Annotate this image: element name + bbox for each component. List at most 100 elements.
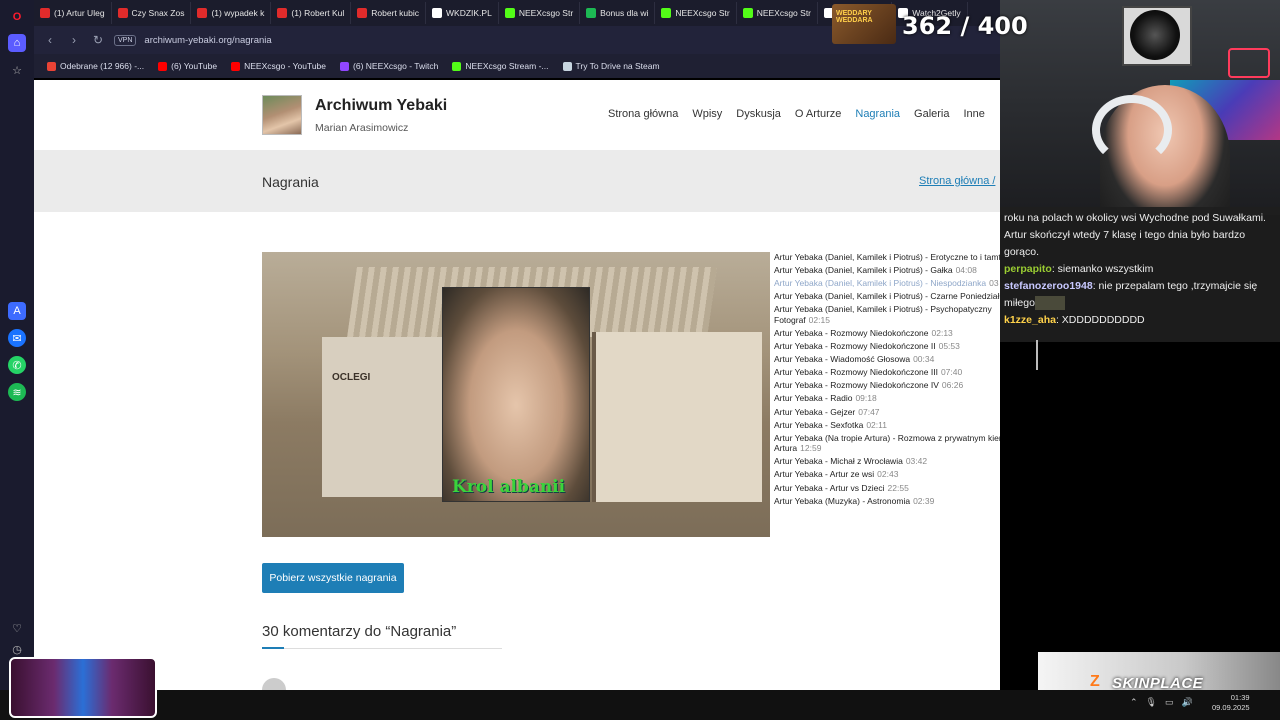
chat-username[interactable]: stefanozeroo1948 bbox=[1004, 280, 1093, 292]
spotify-icon[interactable]: ≋ bbox=[8, 383, 26, 401]
bookmark-item[interactable]: (6) YouTube bbox=[153, 61, 222, 71]
microphone-icon[interactable]: 🎙 bbox=[1146, 697, 1157, 708]
browser-tab[interactable]: (1) wypadek k bbox=[191, 2, 272, 24]
bookmark-label: NEEXcsgo Stream -... bbox=[465, 61, 549, 71]
whatsapp-icon[interactable]: ✆ bbox=[8, 356, 26, 374]
reload-icon[interactable]: ↻ bbox=[90, 33, 106, 47]
bookmark-item[interactable]: NEEXcsgo Stream -... bbox=[447, 61, 553, 71]
taskbar-clock[interactable]: 01:39 09.09.2025 bbox=[1212, 693, 1250, 713]
browser-tab[interactable]: WKDZIK.PL bbox=[426, 2, 499, 24]
clock-time: 01:39 bbox=[1230, 693, 1250, 702]
browser-tab[interactable]: Czy Snax Zos bbox=[112, 2, 192, 24]
playlist-item[interactable]: Artur Yebaka - Radio 09:18 bbox=[774, 393, 1000, 406]
artwork-caption: Krol albanii bbox=[452, 477, 566, 497]
browser-tab[interactable]: Bonus dla wi bbox=[580, 2, 656, 24]
tab-label: (1) Artur Uleg bbox=[54, 8, 105, 18]
menu-item-1[interactable]: Wpisy bbox=[692, 108, 722, 120]
player-artwork[interactable]: OCLEGI Krol albanii bbox=[262, 252, 770, 537]
tab-label: (1) Robert Kul bbox=[291, 8, 345, 18]
playlist-item[interactable]: Artur Yebaka - Artur vs Dzieci 22:55 bbox=[774, 483, 1000, 496]
playlist-item[interactable]: Artur Yebaka - Rozmowy Niedokończone II 0… bbox=[774, 341, 1000, 354]
vpn-badge[interactable]: VPN bbox=[114, 34, 137, 46]
aria-icon[interactable]: A bbox=[8, 302, 26, 320]
chat-scrollbar[interactable] bbox=[1036, 340, 1038, 370]
playlist-item[interactable]: Artur Yebaka (Daniel, Kamilek i Piotruś)… bbox=[774, 304, 1000, 328]
track-title: Artur Yebaka - Wiadomość Głosowa bbox=[774, 354, 911, 365]
site-title[interactable]: Archiwum Yebaki bbox=[315, 97, 447, 115]
bookmark-item[interactable]: (6) NEEXcsgo - Twitch bbox=[335, 61, 443, 71]
messenger-icon[interactable]: ✉ bbox=[8, 329, 26, 347]
bookmark-item[interactable]: Try To Drive na Steam bbox=[558, 61, 665, 71]
bookmark-favicon-icon bbox=[562, 61, 572, 71]
opera-logo-icon[interactable]: O bbox=[8, 8, 26, 26]
playlist-item[interactable]: Artur Yebaka - Rozmowy Niedokończone IV 0… bbox=[774, 380, 1000, 393]
playlist-item[interactable]: Artur Yebaka (Na tropie Artura) - Rozmow… bbox=[774, 433, 1000, 457]
tab-label: Robert kubic bbox=[371, 8, 420, 18]
volume-icon[interactable]: 🔊 bbox=[1182, 697, 1193, 708]
tab-label: NEEXcsgo Str bbox=[518, 8, 574, 18]
track-title: Artur Yebaka - Rozmowy Niedokończone II bbox=[774, 341, 936, 352]
home-icon[interactable]: ⌂ bbox=[8, 34, 26, 52]
forward-icon[interactable]: › bbox=[66, 33, 82, 47]
track-duration: 03:42 bbox=[905, 456, 928, 467]
menu-item-3[interactable]: O Arturze bbox=[795, 108, 841, 120]
vinyl-record-icon bbox=[1130, 10, 1180, 60]
house-right-wall bbox=[592, 332, 762, 502]
playlist-item[interactable]: Artur Yebaka - Sexfotka 02:11 bbox=[774, 420, 1000, 433]
playlist-item[interactable]: Artur Yebaka (Daniel, Kamilek i Piotruś)… bbox=[774, 252, 1000, 265]
network-icon[interactable]: ▭ bbox=[1165, 697, 1174, 708]
playlist-item[interactable]: Artur Yebaka - Wiadomość Głosowa 00:34 bbox=[774, 354, 1000, 367]
browser-tab[interactable]: NEEXcsgo Str bbox=[655, 2, 737, 24]
counter-badge: WEDDARY WEDDARA bbox=[832, 4, 896, 44]
playlist-item[interactable]: Artur Yebaka - Michał z Wrocławia 03:42 bbox=[774, 456, 1000, 469]
track-title: Artur Yebaka (Muzyka) - Astronomia bbox=[774, 495, 911, 506]
clock-date: 09.09.2025 bbox=[1212, 703, 1250, 712]
browser-tab[interactable]: (1) Artur Uleg bbox=[34, 2, 112, 24]
track-duration: 09:18 bbox=[855, 393, 877, 404]
menu-item-4[interactable]: Nagrania bbox=[855, 108, 900, 120]
bookmarks-star-icon[interactable]: ☆ bbox=[8, 61, 26, 79]
tab-favicon-icon bbox=[197, 8, 208, 18]
bookmark-item[interactable]: NEEXcsgo - YouTube bbox=[226, 61, 331, 71]
playlist-item[interactable]: Artur Yebaka - Rozmowy Niedokończone III… bbox=[774, 367, 1000, 380]
track-title: Artur Yebaka (Daniel, Kamilek i Piotruś)… bbox=[774, 304, 992, 325]
menu-item-5[interactable]: Galeria bbox=[914, 108, 949, 120]
tray-chevron-icon[interactable]: ⌃ bbox=[1130, 697, 1138, 708]
heart-icon[interactable]: ♡ bbox=[8, 619, 26, 637]
browser-tab[interactable]: (1) Robert Kul bbox=[271, 2, 352, 24]
playlist-item[interactable]: Artur Yebaka - Gejzer 07:47 bbox=[774, 407, 1000, 420]
url-field[interactable]: archiwum-yebaki.org/nagrania bbox=[144, 35, 271, 46]
playlist-item[interactable]: Artur Yebaka (Daniel, Kamilek i Piotruś)… bbox=[774, 278, 1000, 291]
house-left-wall bbox=[322, 337, 452, 497]
mini-player-thumbnail[interactable] bbox=[9, 657, 157, 718]
tab-favicon-icon bbox=[742, 8, 753, 18]
site-logo[interactable] bbox=[262, 95, 302, 135]
playlist-item[interactable]: Artur Yebaka (Daniel, Kamilek i Piotruś)… bbox=[774, 291, 1000, 304]
tab-label: (1) wypadek k bbox=[211, 8, 265, 18]
menu-item-0[interactable]: Strona główna bbox=[608, 108, 678, 120]
chat-username[interactable]: perpapito bbox=[1004, 263, 1052, 275]
browser-tab[interactable]: NEEXcsgo Str bbox=[499, 2, 581, 24]
browser-tab[interactable]: NEEXcsgo Str bbox=[737, 2, 819, 24]
history-icon[interactable]: ◷ bbox=[8, 640, 26, 658]
menu-item-6[interactable]: Inne bbox=[963, 108, 984, 120]
chat-username[interactable]: k1zze_aha bbox=[1004, 314, 1056, 326]
bookmarks-bar: Odebrane (12 966) -... (6) YouTube NEEXcsg… bbox=[34, 54, 1000, 78]
tab-favicon-icon bbox=[661, 8, 672, 18]
neon-sign-icon bbox=[1228, 48, 1270, 78]
tab-label: Bonus dla wi bbox=[600, 8, 649, 18]
breadcrumb[interactable]: Strona główna / bbox=[919, 175, 995, 187]
tab-label: WKDZIK.PL bbox=[446, 8, 492, 18]
playlist-item[interactable]: Artur Yebaka - Rozmowy Niedokończone 02:1… bbox=[774, 328, 1000, 341]
site-header: Archiwum Yebaki Marian Arasimowicz Stron… bbox=[34, 80, 1000, 150]
download-all-button[interactable]: Pobierz wszystkie nagrania bbox=[262, 563, 404, 593]
bookmark-item[interactable]: Odebrane (12 966) -... bbox=[42, 61, 149, 71]
webcam-overlay bbox=[1000, 0, 1280, 215]
back-icon[interactable]: ‹ bbox=[42, 33, 58, 47]
browser-tab[interactable]: Robert kubic bbox=[351, 2, 427, 24]
menu-item-2[interactable]: Dyskusja bbox=[736, 108, 781, 120]
playlist-item[interactable]: Artur Yebaka (Daniel, Kamilek i Piotruś)… bbox=[774, 265, 1000, 278]
playlist: Artur Yebaka (Daniel, Kamilek i Piotruś)… bbox=[774, 252, 1000, 542]
playlist-item[interactable]: Artur Yebaka - Artur ze wsi 02:43 bbox=[774, 469, 1000, 482]
playlist-item[interactable]: Artur Yebaka (Muzyka) - Astronomia 02:39 bbox=[774, 496, 1000, 509]
